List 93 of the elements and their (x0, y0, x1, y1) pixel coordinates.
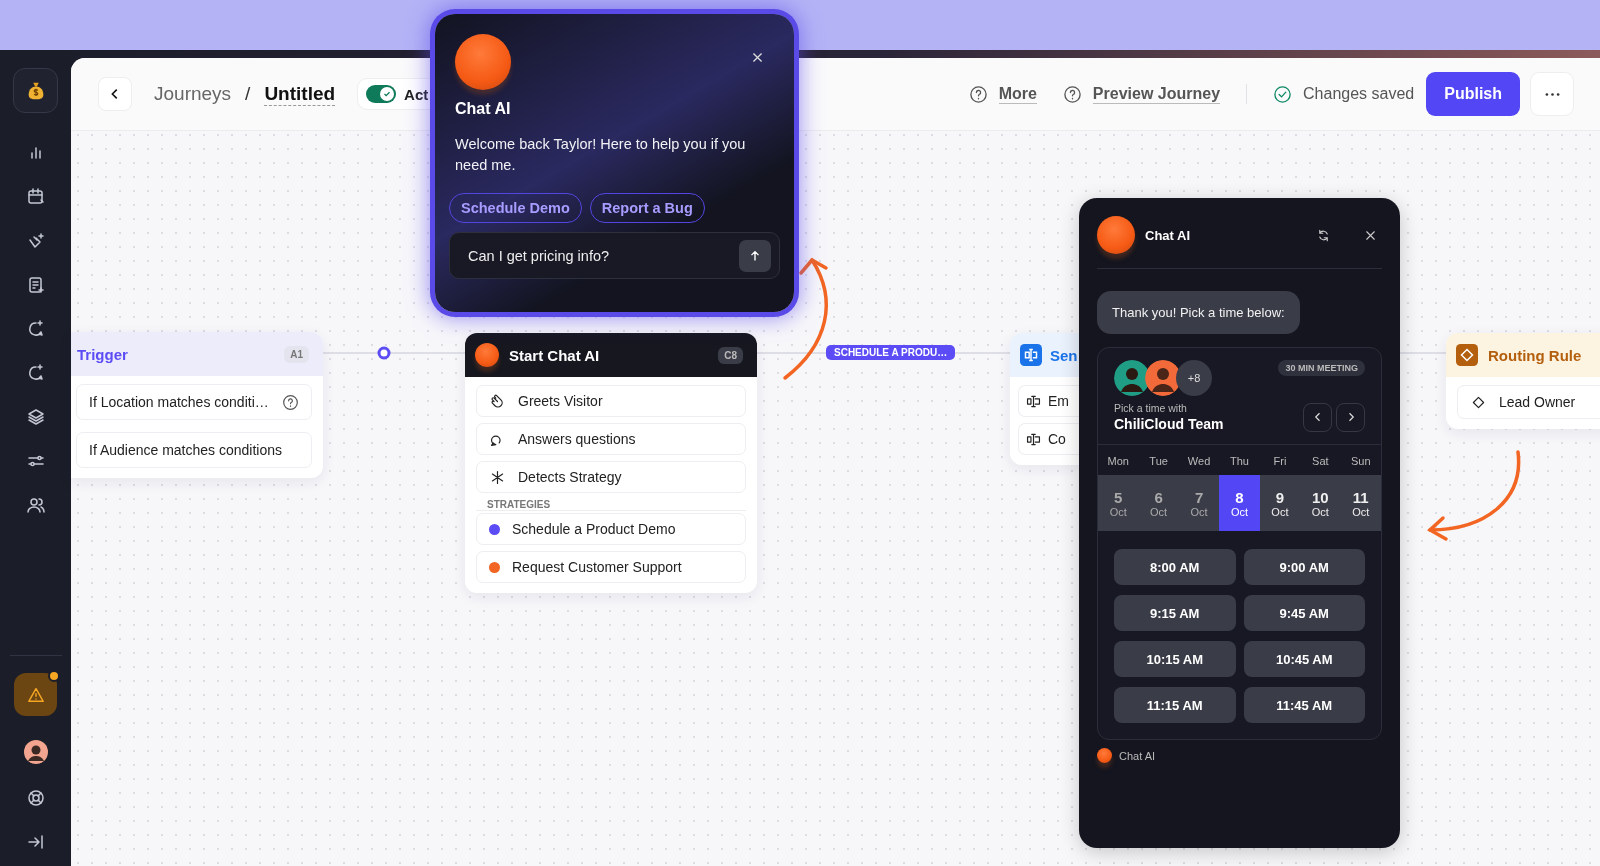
node-title: Routing Rule (1488, 346, 1583, 364)
help-icon[interactable] (282, 393, 299, 411)
chat-title: Chat AI (455, 100, 512, 118)
node-title: Start Chat AI (509, 346, 601, 364)
breadcrumb-separator: / (245, 83, 251, 105)
weekday-label: Sun (1350, 455, 1372, 467)
time-slot-button[interactable]: 8:00 AM (1114, 549, 1236, 585)
ellipsis-icon (1544, 92, 1560, 96)
chat-footer-label: Chat AI (1119, 749, 1156, 762)
time-slot-button[interactable]: 9:15 AM (1114, 595, 1236, 631)
condition-row[interactable]: If Location matches conditi… (76, 384, 312, 420)
weekday-label: Thu (1229, 455, 1250, 467)
team-name: ChiliCloud Team (1114, 416, 1224, 432)
action-row[interactable]: Em (1018, 385, 1079, 417)
time-slot-button[interactable]: 9:45 AM (1243, 595, 1365, 631)
orb-icon (1097, 748, 1112, 763)
time-slot-button[interactable]: 10:15 AM (1114, 641, 1236, 677)
send-button[interactable] (739, 239, 771, 272)
chat-bubble: Thank you! Pick a time below: (1097, 291, 1300, 334)
rule-row[interactable]: Lead Owner (1457, 385, 1600, 419)
active-toggle[interactable] (366, 85, 397, 103)
weekday-label: Sat (1311, 455, 1330, 467)
users-icon[interactable] (25, 495, 46, 515)
date-cell[interactable]: 6 Oct (1138, 475, 1179, 531)
journey-title[interactable]: Untitled (264, 82, 336, 106)
header-link[interactable]: More (998, 84, 1037, 104)
orb-icon (455, 34, 511, 90)
message-input[interactable]: Can I get pricing info? (449, 232, 780, 279)
header-link[interactable]: Preview Journey (1092, 84, 1221, 104)
node-header[interactable]: Sen (1010, 333, 1079, 377)
connector-handle[interactable] (377, 346, 391, 360)
chat-title: Chat AI (1145, 227, 1192, 243)
meeting-subtitle: Pick a time with (1114, 402, 1188, 414)
user-avatar[interactable] (23, 740, 48, 764)
warning-button[interactable] (14, 673, 57, 716)
node-header[interactable]: Start Chat AI C8 (465, 333, 757, 377)
meeting-duration-badge: 30 MIN MEETING (1278, 360, 1365, 376)
date-cell[interactable]: 10 Oct (1300, 475, 1341, 531)
time-slot-button[interactable]: 9:00 AM (1243, 549, 1365, 585)
time-slot-button[interactable]: 11:15 AM (1114, 687, 1236, 723)
node-header[interactable]: Trigger A1 (71, 332, 323, 376)
chat-message: Welcome back Taylor! Here to help you if you need me. (455, 135, 747, 175)
extra-count-badge: +8 (1176, 360, 1212, 396)
breadcrumb-link[interactable]: Journeys (154, 83, 232, 105)
step-row[interactable]: Answers questions (476, 423, 746, 455)
toggle-label: Act (404, 85, 429, 103)
calendar-icon[interactable] (25, 187, 46, 207)
date-cell[interactable]: 11 Oct (1340, 475, 1381, 531)
action-row[interactable]: Co (1018, 423, 1079, 455)
publish-button[interactable]: Publish (1426, 72, 1520, 116)
node-id-badge: C8 (718, 346, 743, 364)
condition-row[interactable]: If Audience matches conditions (76, 432, 312, 468)
collapse-icon[interactable] (25, 832, 46, 852)
input-field-icon (1020, 344, 1042, 366)
check-circle-icon (1273, 84, 1293, 104)
date-cell[interactable]: 5 Oct (1098, 475, 1139, 531)
help-icon (1062, 84, 1082, 104)
notification-dot (48, 670, 60, 682)
step-row[interactable]: Greets Visitor (476, 385, 746, 417)
orb-icon (1097, 216, 1135, 254)
weekday-label: Fri (1272, 455, 1288, 467)
save-status: Changes saved (1303, 85, 1415, 103)
close-icon[interactable] (751, 51, 764, 64)
lifebuoy-icon[interactable] (25, 788, 46, 808)
person-avatar (1114, 360, 1150, 396)
node-title: Trigger (77, 345, 129, 363)
date-cell[interactable]: 8 Oct (1219, 475, 1260, 531)
hand-icon (489, 392, 506, 410)
help-icon (968, 84, 988, 104)
time-slot-button[interactable]: 11:45 AM (1243, 687, 1365, 723)
date-cell[interactable]: 7 Oct (1178, 475, 1220, 531)
weekday-label: Mon (1106, 455, 1130, 467)
node-title: Sen (1050, 346, 1079, 364)
person-avatar (1145, 360, 1181, 396)
asterisk-icon (489, 468, 506, 486)
refresh-icon[interactable] (1316, 227, 1331, 243)
orb-icon (475, 343, 499, 367)
warning-icon (26, 685, 45, 704)
weekday-label: Tue (1148, 455, 1169, 467)
edge-label[interactable]: SCHEDULE A PRODU… (826, 345, 956, 360)
step-row[interactable]: Detects Strategy (476, 461, 746, 493)
time-slot-button[interactable]: 10:45 AM (1243, 641, 1365, 677)
date-cell[interactable]: 9 Oct (1259, 475, 1301, 531)
check-icon (382, 89, 393, 99)
section-label: STRATEGIES (476, 499, 746, 511)
arrow-up-icon (748, 248, 762, 263)
strategy-row[interactable]: Request Customer Support (476, 551, 746, 583)
logo-icon[interactable] (13, 68, 58, 113)
strategy-row[interactable]: Schedule a Product Demo (476, 513, 746, 545)
node-id-badge: A1 (284, 345, 309, 363)
weekday-label: Wed (1186, 455, 1212, 467)
node-header[interactable]: Routing Rule (1446, 333, 1600, 377)
layers-icon[interactable] (25, 407, 46, 427)
